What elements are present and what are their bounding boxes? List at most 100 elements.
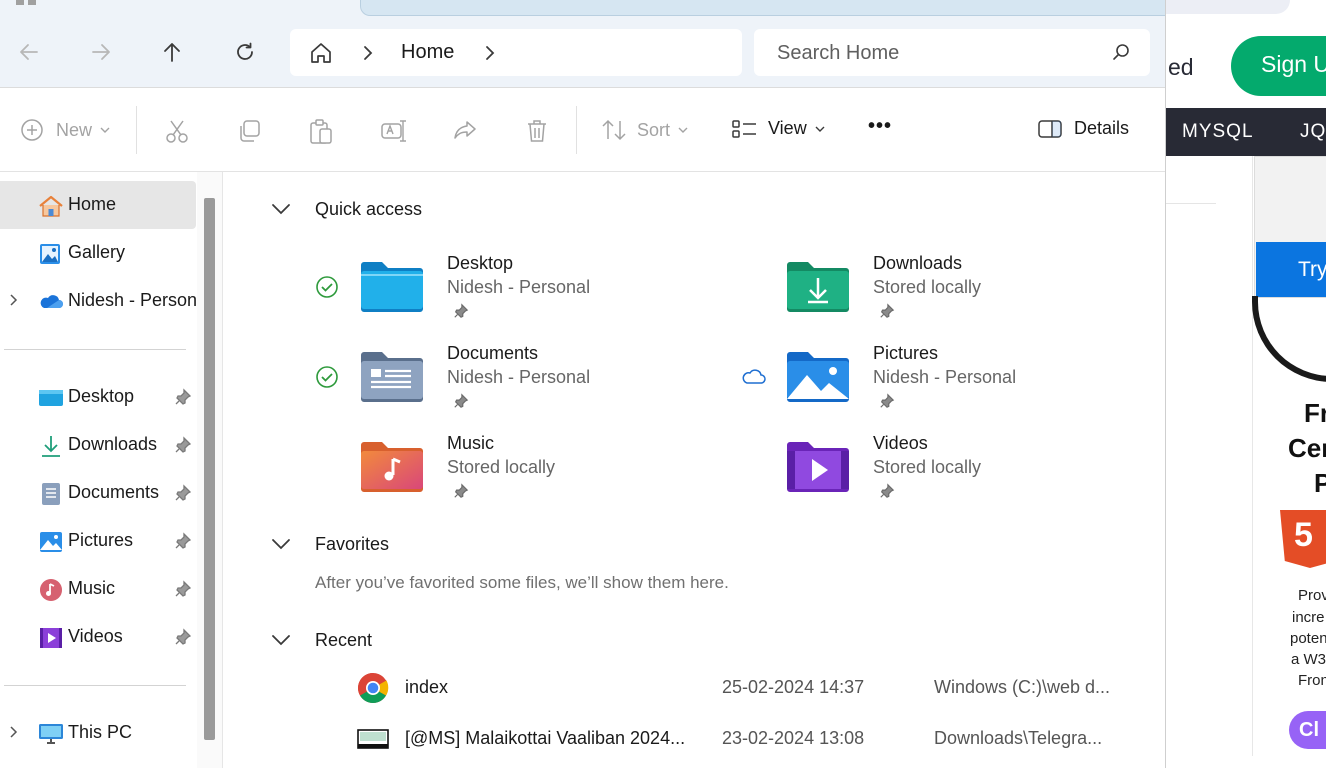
browser-header: ed Sign U: [1166, 0, 1326, 108]
title-bar: [0, 0, 1165, 16]
item-location: Stored locally: [447, 457, 556, 477]
sidebar-item-desktop[interactable]: Desktop: [0, 373, 196, 421]
item-location: Nidesh - Personal: [447, 367, 591, 387]
recent-file-row[interactable]: [@MS] Malaikottai Vaaliban 2024... 23-02…: [353, 719, 1153, 767]
explorer-tab[interactable]: [360, 0, 1165, 16]
item-name: Desktop: [447, 253, 514, 273]
sidebar-divider: [4, 685, 186, 686]
chevron-right-icon[interactable]: [8, 724, 20, 740]
pin-icon[interactable]: [453, 393, 469, 409]
sidebar-scroll-thumb[interactable]: [204, 198, 215, 740]
quick-access-pictures[interactable]: Pictures Nidesh - Personal: [741, 343, 1121, 423]
sidebar-item-pictures[interactable]: Pictures: [0, 517, 196, 565]
sidebar-item-this-pc[interactable]: This PC: [0, 709, 196, 757]
delete-button[interactable]: [524, 118, 550, 144]
quick-access-videos[interactable]: Videos Stored locally: [741, 433, 1121, 513]
background-browser-window: ed Sign U MYSQL JQ Try Fr Cer P 5 Prov i…: [1166, 0, 1326, 768]
videos-icon: [40, 628, 62, 648]
sidebar-divider: [4, 349, 186, 350]
browser-nav-jquery[interactable]: JQ: [1300, 121, 1326, 143]
browser-body-text: Prov: [1298, 587, 1326, 604]
sidebar-item-music[interactable]: Music: [0, 565, 196, 613]
browser-purple-button[interactable]: Cl: [1289, 711, 1326, 749]
sidebar-item-documents[interactable]: Documents: [0, 469, 196, 517]
refresh-button[interactable]: [229, 36, 261, 68]
address-row: Home Search Home: [0, 16, 1165, 88]
browser-body-text: poten: [1290, 630, 1326, 647]
sidebar-item-label: Downloads: [68, 434, 158, 454]
forward-button[interactable]: [85, 36, 117, 68]
browser-topnav: MYSQL JQ: [1166, 108, 1326, 156]
share-icon: [454, 121, 476, 139]
pin-icon[interactable]: [879, 483, 895, 499]
browser-signup-button[interactable]: Sign U: [1231, 36, 1326, 96]
sidebar-item-videos[interactable]: Videos: [0, 613, 196, 661]
item-name: Downloads: [873, 253, 963, 273]
pictures-folder-icon: [787, 352, 849, 402]
chevron-right-icon[interactable]: [8, 292, 20, 308]
pin-icon[interactable]: [174, 532, 192, 550]
file-explorer-window: Home Search Home New Sort View ••• Detai…: [0, 0, 1166, 768]
pin-icon[interactable]: [174, 388, 192, 406]
pin-icon[interactable]: [174, 484, 192, 502]
back-button[interactable]: [13, 36, 45, 68]
view-button[interactable]: View: [732, 118, 825, 139]
chevron-down-icon[interactable]: [271, 537, 291, 551]
clipboard-icon: [310, 119, 332, 144]
new-button[interactable]: New: [20, 118, 110, 142]
pin-icon[interactable]: [174, 580, 192, 598]
browser-try-button[interactable]: Try: [1256, 242, 1326, 297]
share-button[interactable]: [452, 118, 478, 144]
pin-icon[interactable]: [174, 628, 192, 646]
documents-folder-icon: [361, 352, 423, 402]
recent-file-name: [@MS] Malaikottai Vaaliban 2024...: [405, 728, 686, 748]
pin-icon[interactable]: [174, 436, 192, 454]
desktop-folder-icon: [39, 390, 63, 406]
videos-folder-icon: [787, 442, 849, 492]
see-more-button[interactable]: •••: [868, 115, 892, 138]
browser-promo-line: Cer: [1288, 433, 1326, 463]
content-area: Quick access Desktop Nidesh - Personal D…: [223, 172, 1165, 768]
music-folder-icon: [361, 442, 423, 492]
browser-body-text: incre: [1292, 609, 1325, 626]
recent-file-location: Windows (C:)\web d...: [934, 677, 1111, 697]
sort-label: Sort: [637, 119, 671, 140]
browser-nav-mysql[interactable]: MYSQL: [1182, 121, 1254, 143]
sidebar-item-downloads[interactable]: Downloads: [0, 421, 196, 469]
details-button[interactable]: Details: [1038, 118, 1129, 139]
sort-arrows-icon: [602, 119, 626, 141]
chevron-down-icon[interactable]: [271, 202, 291, 216]
pin-icon[interactable]: [453, 303, 469, 319]
synced-check-icon: [316, 366, 338, 388]
this-pc-icon: [39, 724, 63, 744]
copy-button[interactable]: [236, 118, 262, 144]
quick-access-music[interactable]: Music Stored locally: [315, 433, 695, 513]
sidebar-item-home[interactable]: Home: [0, 181, 196, 229]
browser-tab-strip: [1166, 0, 1290, 14]
chevron-down-icon[interactable]: [271, 633, 291, 647]
quick-access-desktop[interactable]: Desktop Nidesh - Personal: [315, 253, 695, 333]
quick-access-documents[interactable]: Documents Nidesh - Personal: [315, 343, 695, 423]
pin-icon[interactable]: [879, 393, 895, 409]
chevron-right-icon[interactable]: [483, 44, 497, 62]
quick-access-downloads[interactable]: Downloads Stored locally: [741, 253, 1121, 333]
pin-icon[interactable]: [453, 483, 469, 499]
recent-file-row[interactable]: index 25-02-2024 14:37 Windows (C:)\web …: [353, 668, 1153, 716]
breadcrumb-home[interactable]: Home: [401, 41, 454, 64]
chevron-right-icon[interactable]: [361, 44, 375, 62]
home-icon[interactable]: [309, 41, 333, 65]
navigation-pane: Home Gallery Nidesh - Personal Desktop D…: [0, 172, 222, 768]
chrome-icon: [357, 673, 389, 704]
toolbar-divider: [576, 106, 577, 154]
up-arrow-icon: [164, 43, 180, 62]
sidebar-item-onedrive[interactable]: Nidesh - Personal: [0, 277, 196, 325]
sidebar-item-gallery[interactable]: Gallery: [0, 229, 196, 277]
sort-button[interactable]: Sort: [601, 118, 688, 142]
up-button[interactable]: [156, 36, 188, 68]
paste-button[interactable]: [308, 118, 334, 146]
pin-icon[interactable]: [879, 303, 895, 319]
address-bar[interactable]: Home: [290, 29, 742, 76]
rename-button[interactable]: [380, 118, 406, 144]
search-input[interactable]: Search Home: [754, 29, 1150, 76]
cut-button[interactable]: [164, 118, 190, 144]
